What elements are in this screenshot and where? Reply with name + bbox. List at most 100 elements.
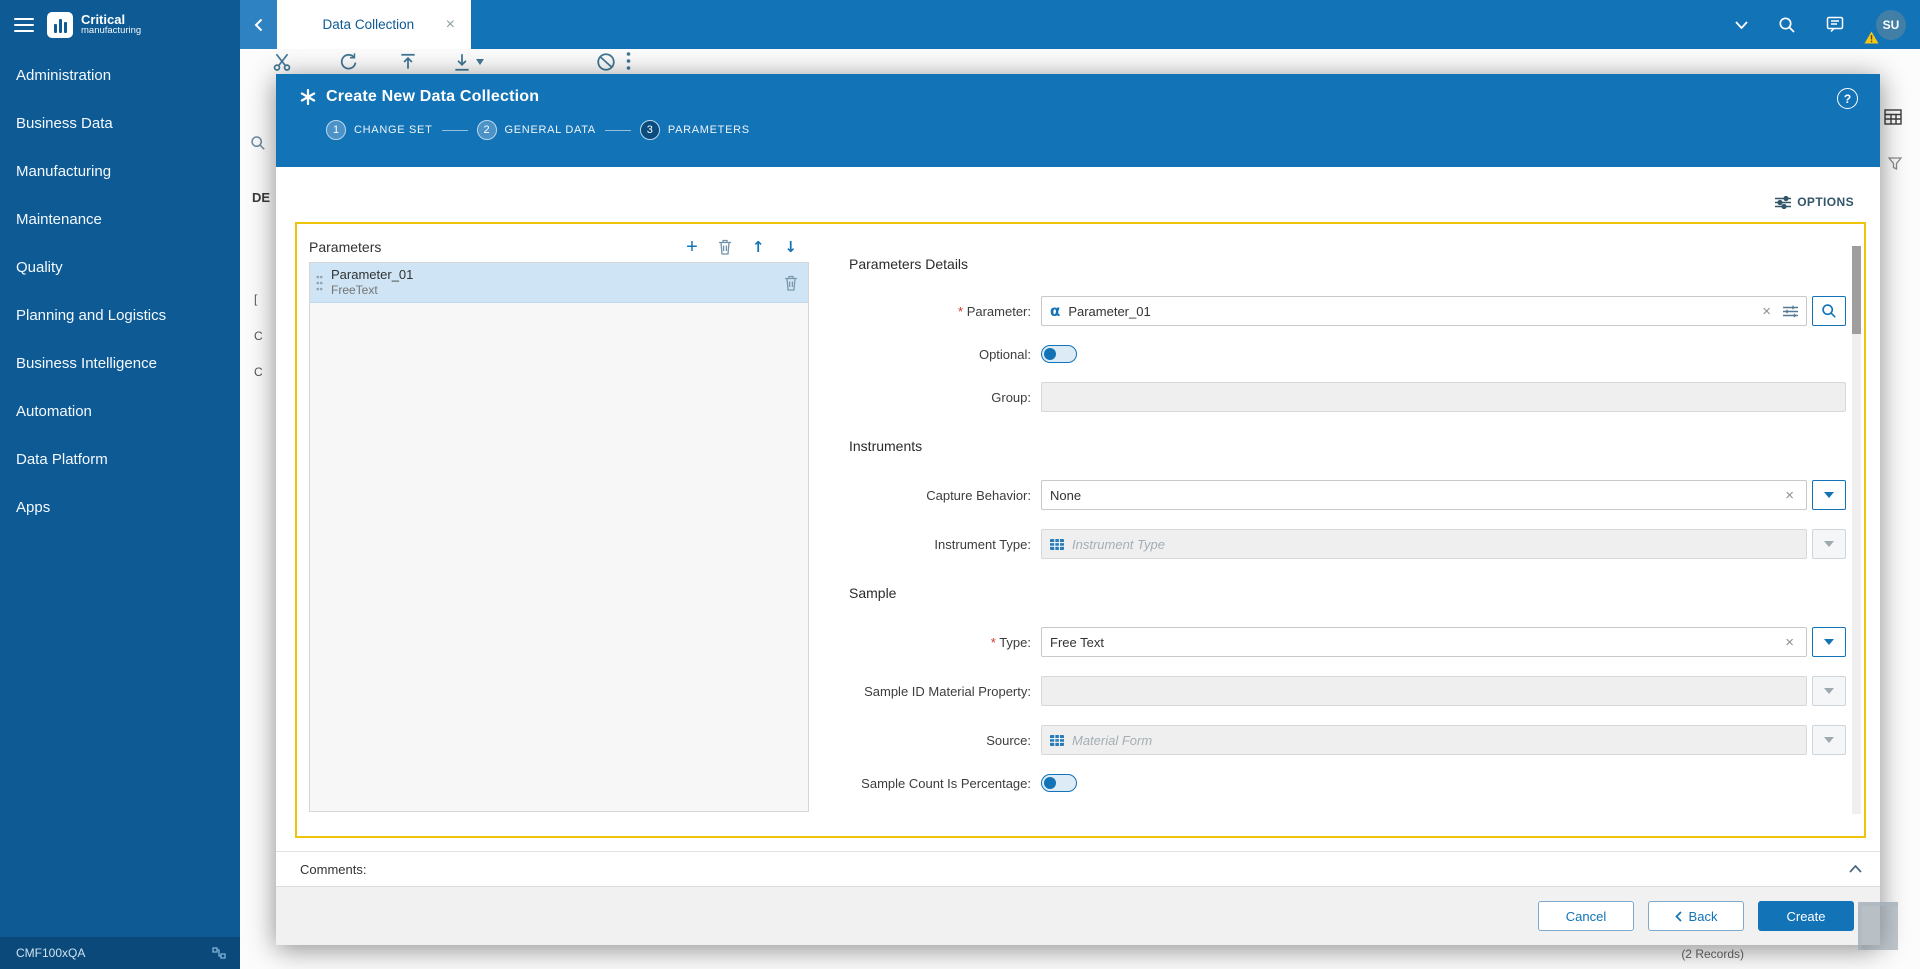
options-button[interactable]: OPTIONS	[1775, 195, 1854, 209]
sidebar-item-quality[interactable]: Quality	[0, 243, 240, 291]
instrument-type-field: Instrument Type	[1041, 529, 1846, 559]
sample-count-is-percentage-toggle[interactable]	[1041, 774, 1077, 792]
more-vertical-icon	[626, 51, 631, 71]
source-input: Material Form	[1041, 725, 1807, 755]
step-label: CHANGE SET	[354, 124, 433, 136]
close-icon[interactable]: ×	[442, 15, 459, 35]
tab-label: Data Collection	[322, 17, 415, 32]
sidebar-item-maintenance[interactable]: Maintenance	[0, 195, 240, 243]
sidebar-item-planning-and-logistics[interactable]: Planning and Logistics	[0, 291, 240, 339]
back-nav-button[interactable]	[240, 0, 277, 49]
chevron-left-icon	[254, 18, 263, 32]
download-icon	[452, 51, 472, 73]
parameter-row: Parameter: α Parameter_01 ×	[849, 296, 1846, 326]
parameter-details-form: Parameters Details Parameter: α Paramete…	[809, 224, 1864, 836]
clear-icon[interactable]: ×	[1758, 304, 1775, 319]
cancel-button[interactable]: Cancel	[1538, 901, 1634, 931]
drag-ghost-artifact	[1858, 902, 1898, 950]
type-input[interactable]: Free Text ×	[1041, 627, 1807, 657]
add-parameter-button[interactable]: +	[686, 237, 698, 257]
avatar-initials: SU	[1876, 9, 1906, 40]
step-number: 3	[639, 120, 660, 140]
sidebar-item-manufacturing[interactable]: Manufacturing	[0, 147, 240, 195]
create-data-collection-dialog: Create New Data Collection ? 1 CHANGE SE…	[276, 74, 1880, 945]
caret-down-icon	[1824, 541, 1834, 547]
asterisk-icon	[300, 89, 316, 105]
parameter-list-item[interactable]: Parameter_01 FreeText	[310, 263, 808, 303]
connection-icon	[212, 947, 226, 959]
dialog-title: Create New Data Collection	[326, 88, 540, 105]
capture-behavior-input[interactable]: None ×	[1041, 480, 1807, 510]
group-field	[1041, 382, 1846, 412]
group-input	[1041, 382, 1846, 412]
move-up-button[interactable]: ↑	[752, 239, 765, 255]
sample-id-material-property-input	[1041, 676, 1807, 706]
caret-down-icon	[1824, 688, 1834, 694]
optional-toggle[interactable]	[1041, 345, 1077, 363]
sidebar-header: Critical manufacturing	[0, 0, 240, 49]
scrollbar-thumb[interactable]	[1852, 246, 1861, 334]
messages-icon[interactable]	[1826, 16, 1846, 34]
sidebar-item-business-intelligence[interactable]: Business Intelligence	[0, 339, 240, 387]
move-down-button[interactable]: ↓	[784, 239, 797, 255]
step-number: 1	[326, 120, 346, 140]
source-row: Source: Material Form	[849, 725, 1846, 755]
instrument-type-placeholder: Instrument Type	[1072, 536, 1165, 552]
logo-text: Critical manufacturing	[81, 13, 141, 37]
clear-icon[interactable]: ×	[1781, 635, 1798, 650]
entity-table-icon	[1050, 734, 1064, 746]
source-field: Material Form	[1041, 725, 1846, 755]
sidebar-item-business-data[interactable]: Business Data	[0, 99, 240, 147]
item-trash-icon[interactable]	[784, 275, 798, 291]
comments-label: Comments:	[300, 861, 367, 877]
sidebar: Critical manufacturing Administration Bu…	[0, 0, 240, 969]
parameter-input[interactable]: α Parameter_01 ×	[1041, 296, 1807, 326]
chevron-up-icon[interactable]	[1849, 865, 1862, 873]
user-avatar[interactable]: SU	[1864, 9, 1906, 43]
sidebar-menu: Administration Business Data Manufacturi…	[0, 49, 240, 531]
chevron-down-icon[interactable]	[1735, 20, 1748, 29]
clear-icon[interactable]: ×	[1781, 488, 1798, 503]
advanced-filter-icon[interactable]	[1783, 305, 1798, 318]
sidebar-item-apps[interactable]: Apps	[0, 483, 240, 531]
cancel-label: Cancel	[1565, 908, 1607, 924]
parameter-value: Parameter_01	[1068, 303, 1151, 319]
drag-handle-icon[interactable]	[316, 274, 323, 292]
menu-icon[interactable]	[14, 17, 34, 32]
tab-data-collection[interactable]: Data Collection ×	[277, 0, 471, 49]
instrument-type-input: Instrument Type	[1041, 529, 1807, 559]
details-scrollbar[interactable]	[1852, 246, 1861, 814]
capture-behavior-value: None	[1050, 487, 1082, 503]
sidebar-item-data-platform[interactable]: Data Platform	[0, 435, 240, 483]
group-label: Group:	[991, 389, 1031, 405]
delete-parameter-button[interactable]	[718, 239, 732, 255]
step-number: 2	[476, 120, 497, 140]
wizard-step-change-set[interactable]: 1 CHANGE SET	[326, 120, 433, 140]
capture-behavior-dropdown-button[interactable]	[1812, 480, 1846, 510]
topbar: Data Collection × SU	[240, 0, 1920, 49]
create-button[interactable]: Create	[1758, 901, 1854, 931]
parameter-label: Parameter:	[849, 304, 1041, 319]
capture-behavior-row: Capture Behavior: None ×	[849, 480, 1846, 510]
wizard-step-general-data[interactable]: 2 GENERAL DATA	[476, 120, 596, 140]
dialog-footer: Cancel Back Create	[276, 886, 1880, 945]
filter-funnel-icon	[1888, 157, 1902, 170]
sample-count-is-percentage-row: Sample Count Is Percentage:	[849, 774, 1846, 792]
type-dropdown-button[interactable]	[1812, 627, 1846, 657]
wizard-step-parameters[interactable]: 3 PARAMETERS	[639, 120, 750, 140]
type-value: Free Text	[1050, 634, 1104, 650]
upload-icon	[398, 51, 418, 73]
entity-table-icon	[1050, 538, 1064, 550]
alpha-icon: α	[1050, 302, 1061, 320]
sample-id-material-property-row: Sample ID Material Property:	[849, 676, 1846, 706]
sidebar-item-administration[interactable]: Administration	[0, 51, 240, 99]
search-icon[interactable]	[1778, 16, 1796, 34]
sidebar-item-automation[interactable]: Automation	[0, 387, 240, 435]
help-icon[interactable]: ?	[1837, 88, 1858, 109]
parameter-search-button[interactable]	[1812, 296, 1846, 326]
comments-expander[interactable]: Comments:	[276, 851, 1880, 886]
parameters-list-title: Parameters	[309, 239, 382, 255]
topbar-actions: SU	[1735, 0, 1920, 49]
back-button[interactable]: Back	[1648, 901, 1744, 931]
sidebar-footer: CMF100xQA	[0, 937, 240, 969]
